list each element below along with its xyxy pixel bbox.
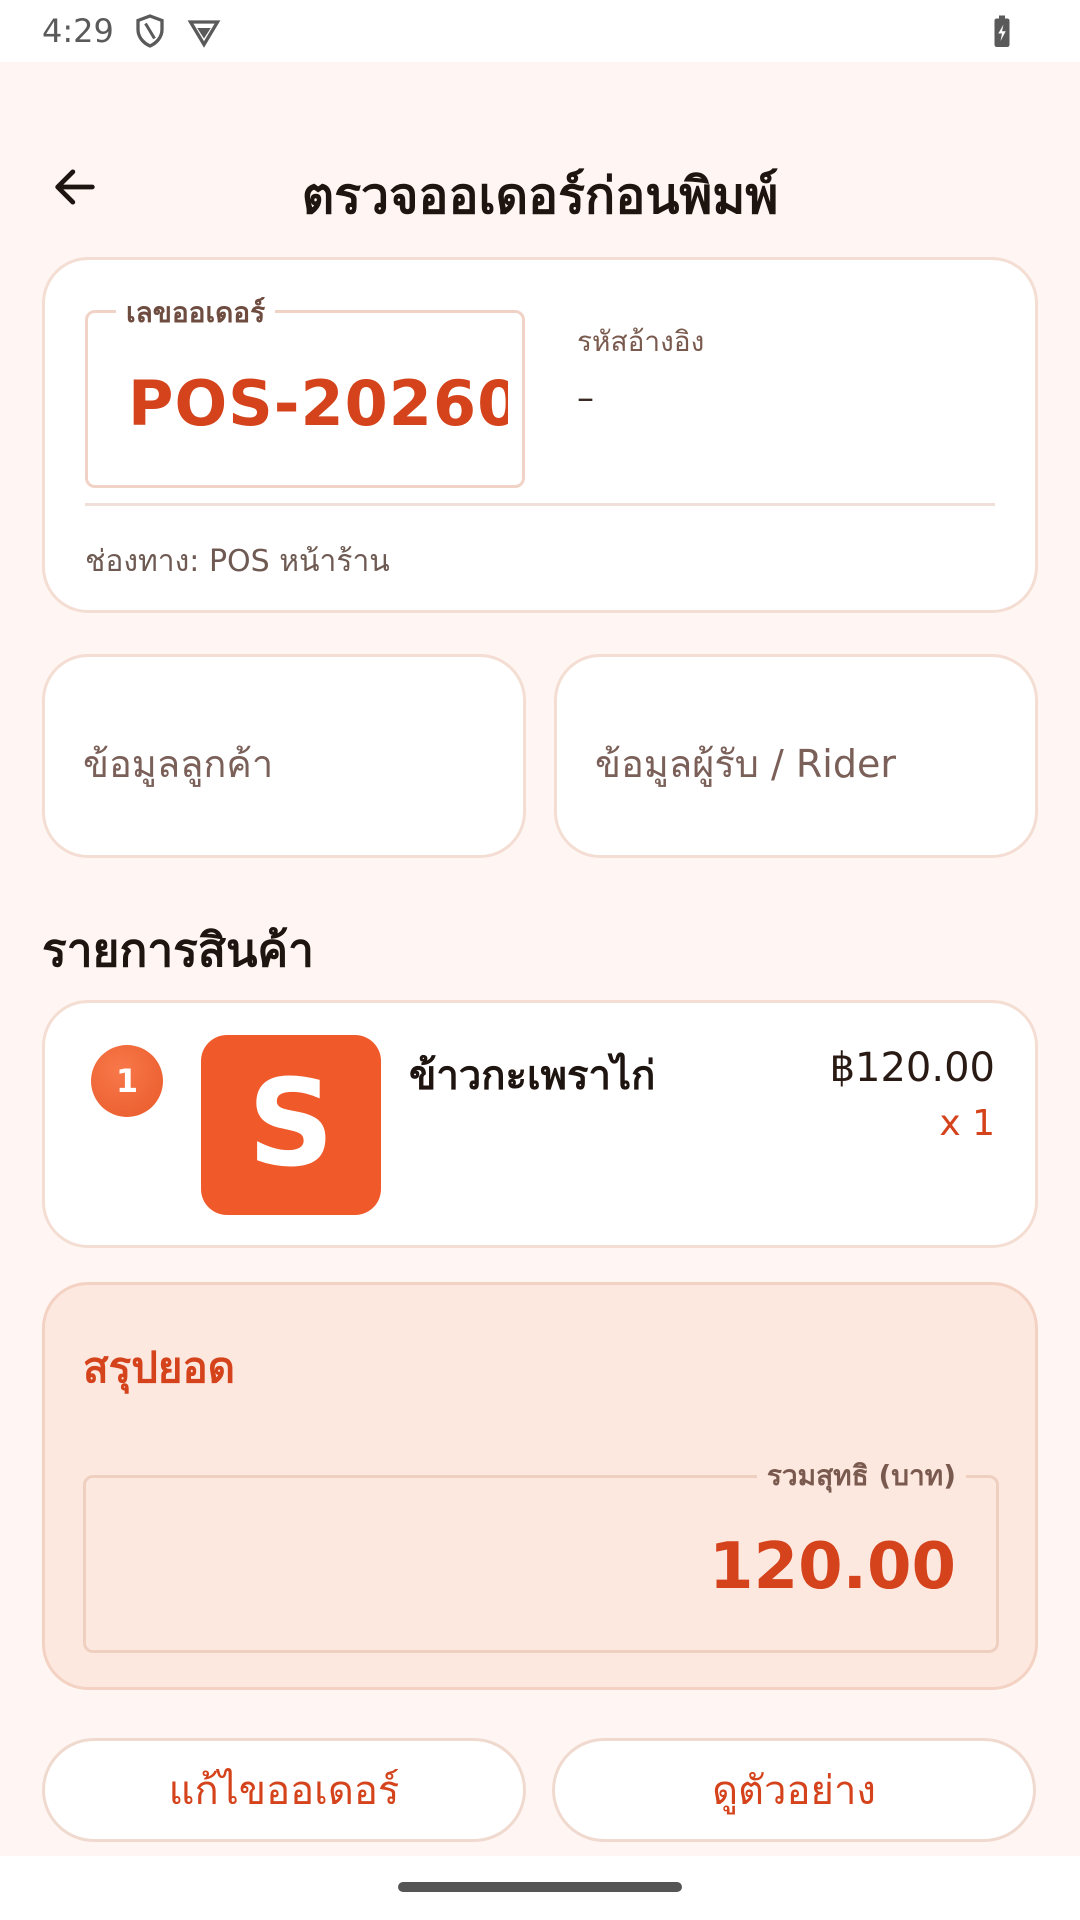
page-title: ตรวจออเดอร์ก่อนพิมพ์: [301, 167, 779, 225]
order-card: เลขออเดอร์ POS-20260 รหัสอ้างอิง – ช่องท…: [42, 257, 1038, 613]
items-section-title: รายการสินค้า: [42, 923, 315, 977]
order-number-value: POS-20260: [128, 367, 508, 440]
customer-info-label: ข้อมูลลูกค้า: [83, 742, 274, 786]
status-time: 4:29: [42, 12, 114, 50]
item-quantity: x 1: [939, 1103, 995, 1144]
receiver-info-card[interactable]: ข้อมูลผู้รับ / Rider: [554, 654, 1038, 858]
vpn-icon: [186, 13, 222, 49]
navigation-bar: [0, 1856, 1080, 1920]
product-logo-icon: S: [201, 1035, 381, 1215]
screen: 4:29 ตรวจออเดอร์ก่อนพิมพ์ เลขออเดอร์ POS…: [0, 0, 1080, 1920]
total-field: รวมสุทธิ (บาท) 120.00: [83, 1454, 999, 1653]
home-indicator[interactable]: [398, 1882, 682, 1892]
status-bar: 4:29: [0, 0, 1080, 62]
divider: [85, 503, 995, 506]
battery-charging-icon: [984, 14, 1020, 50]
order-number-field[interactable]: เลขออเดอร์ POS-20260: [85, 291, 525, 488]
total-label: รวมสุทธิ (บาท): [756, 1454, 966, 1498]
item-price: ฿120.00: [829, 1045, 995, 1091]
item-name: ข้าวกะเพราไก่: [409, 1053, 656, 1099]
channel-text: ช่องทาง: POS หน้าร้าน: [85, 544, 390, 579]
product-logo-letter: S: [248, 1055, 334, 1194]
summary-card: สรุปยอด รวมสุทธิ (บาท) 120.00: [42, 1282, 1038, 1690]
preview-button[interactable]: ดูตัวอย่าง: [552, 1738, 1036, 1842]
reference-label: รหัสอ้างอิง: [577, 325, 705, 358]
item-index-badge: 1: [91, 1045, 163, 1117]
header: ตรวจออเดอร์ก่อนพิมพ์: [0, 62, 1080, 252]
order-number-label: เลขออเดอร์: [116, 291, 276, 335]
reference-value: –: [577, 378, 594, 418]
receiver-info-label: ข้อมูลผู้รับ / Rider: [595, 742, 896, 786]
list-item[interactable]: 1 S ข้าวกะเพราไก่ ฿120.00 x 1: [42, 1000, 1038, 1248]
shield-icon: [132, 13, 168, 49]
customer-info-card[interactable]: ข้อมูลลูกค้า: [42, 654, 526, 858]
summary-title: สรุปยอด: [83, 1343, 235, 1392]
total-value: 120.00: [709, 1530, 956, 1604]
edit-order-button[interactable]: แก้ไขออเดอร์: [42, 1738, 526, 1842]
